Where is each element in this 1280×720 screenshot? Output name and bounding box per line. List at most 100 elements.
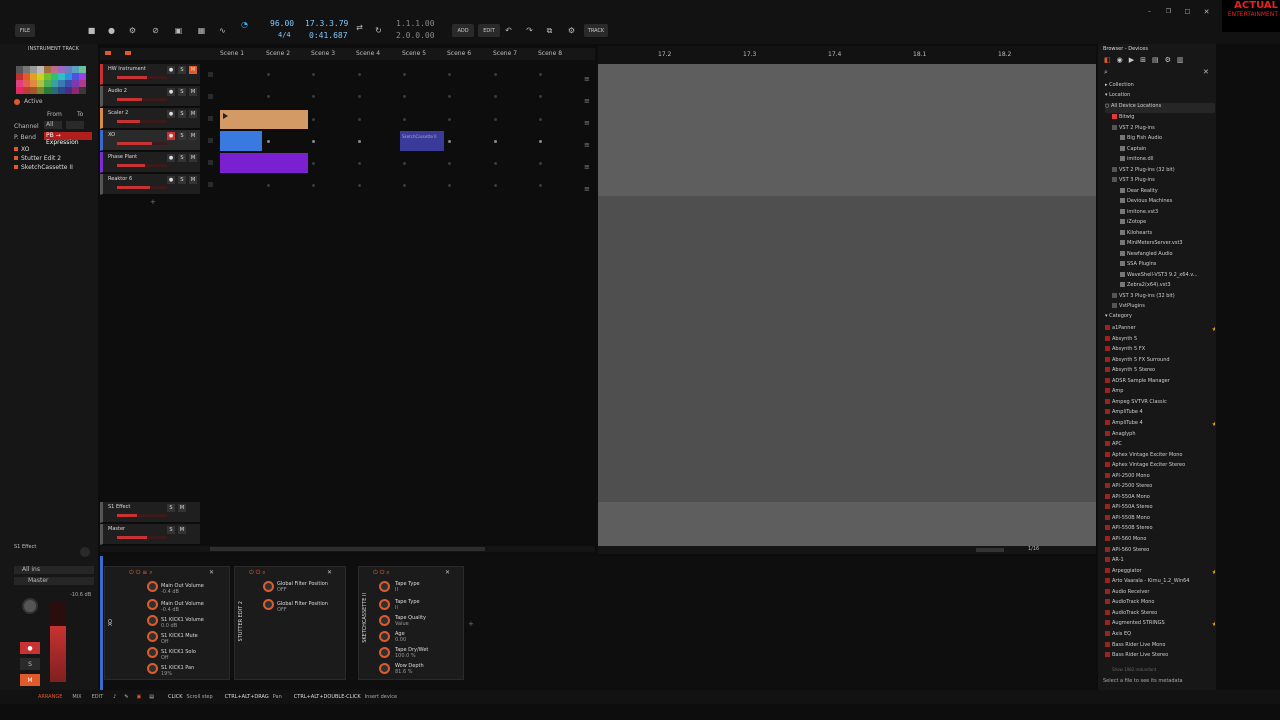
device-item[interactable]: API-550B Stereo (1105, 525, 1215, 535)
track-header[interactable]: Phase Plant ● S M (100, 152, 200, 173)
record-icon[interactable]: ⚙ (127, 25, 138, 36)
empty-slot[interactable] (403, 118, 406, 121)
empty-slot[interactable] (267, 95, 270, 98)
volume-knob[interactable] (22, 598, 38, 614)
track-stop-button[interactable] (208, 160, 213, 165)
scene-label[interactable]: Scene 3 (311, 50, 335, 57)
list-icon[interactable]: ▤ (149, 694, 154, 700)
param-knob[interactable] (379, 663, 390, 674)
record-arm-icon[interactable] (125, 51, 131, 55)
time-signature[interactable]: 4/4 (278, 31, 291, 39)
empty-slot[interactable] (358, 95, 361, 98)
solo-button[interactable]: S (167, 526, 175, 534)
empty-slot[interactable] (312, 184, 315, 187)
maximize-icon[interactable]: □ (1182, 6, 1193, 17)
location-item[interactable]: Dear Reality (1120, 187, 1230, 198)
track-stop-button[interactable] (208, 72, 213, 77)
file-menu-button[interactable]: FILE (15, 24, 35, 37)
redo-icon[interactable]: ↷ (524, 25, 535, 36)
empty-slot[interactable] (448, 162, 451, 165)
location-item[interactable]: MiniMetersServer.vst3 (1120, 240, 1230, 250)
location-item[interactable]: VstPlugins (1112, 303, 1222, 313)
arranger-lanes[interactable] (598, 64, 1096, 196)
scene-label[interactable]: Scene 6 (447, 50, 471, 57)
empty-slot[interactable] (312, 140, 315, 143)
empty-slot[interactable] (267, 73, 270, 76)
empty-slot[interactable] (494, 118, 497, 121)
record-arm-button[interactable]: ● (167, 66, 175, 74)
scene-label[interactable]: Scene 1 (220, 50, 244, 57)
empty-slot[interactable] (358, 162, 361, 165)
param-knob[interactable] (379, 599, 390, 610)
solo-button[interactable]: S (178, 66, 186, 74)
location-item[interactable]: iZotope (1120, 219, 1230, 229)
device-item[interactable]: Anaglyph (1105, 430, 1215, 441)
empty-slot[interactable] (494, 162, 497, 165)
wave-icon[interactable]: ∿ (217, 25, 228, 36)
all-locations-item[interactable]: ○ All Device Locations (1105, 103, 1215, 113)
grid-icon[interactable]: ▦ (196, 25, 207, 36)
horizontal-scrollbar[interactable] (100, 546, 595, 552)
device-item[interactable]: Aphex Vintage Exciter Stereo (1105, 462, 1215, 472)
device-item[interactable]: API-560 Stereo (1105, 546, 1215, 557)
device-xo[interactable]: XO ⏻ ⏻ ≡ ⌕ ✕ Main Out Volume -0.4 dB Main… (104, 566, 230, 680)
solo-button[interactable]: S (167, 504, 175, 512)
browser-menu-icon[interactable]: ▥ (1177, 56, 1184, 64)
device-item[interactable]: Absynth 5 FX (1105, 346, 1215, 356)
edit-button[interactable]: EDIT (478, 24, 500, 37)
device-item[interactable]: API-2500 Stereo (1105, 483, 1215, 493)
track-name[interactable]: Scaler 2 (108, 110, 128, 116)
favorite-star-icon[interactable]: ★ (1212, 421, 1215, 428)
device-item[interactable]: API-550B Mono (1105, 514, 1215, 525)
location-item[interactable]: Big Fish Audio (1120, 135, 1230, 145)
device-item[interactable]: Arpeggiator ★ (1105, 567, 1215, 578)
files-tab-icon[interactable]: ▤ (1152, 56, 1159, 64)
location-item[interactable]: Captain (1120, 145, 1230, 156)
empty-slot[interactable] (403, 184, 406, 187)
settings-icon[interactable]: ⚙ (566, 25, 577, 36)
device-item[interactable]: ADSR Sample Manager (1105, 377, 1215, 388)
param-knob[interactable] (147, 599, 158, 610)
device-item[interactable]: Audio Receiver (1105, 588, 1215, 599)
track-header[interactable]: Audio 2 ● S M (100, 86, 200, 107)
empty-slot[interactable] (358, 184, 361, 187)
arranger-empty-area[interactable] (598, 196, 1096, 502)
empty-slot[interactable] (448, 73, 451, 76)
empty-slot[interactable] (358, 73, 361, 76)
device-item[interactable]: Absynth 5 Stereo (1105, 367, 1215, 377)
device-item[interactable]: Arto Vaarala - Kirnu_1.2_Win64 (1105, 578, 1215, 588)
empty-slot[interactable] (494, 73, 497, 76)
punch-icon[interactable]: ⇄ (354, 22, 365, 33)
location-item[interactable]: WaveShell-VST3 9.2_x64.v... (1120, 271, 1230, 282)
scene-label[interactable]: Scene 8 (538, 50, 562, 57)
empty-slot[interactable] (267, 184, 270, 187)
solo-button[interactable]: S (178, 88, 186, 96)
loop-start[interactable]: 1.1.1.00 (396, 19, 435, 28)
mute-button[interactable]: M (189, 154, 197, 162)
device-header-icons[interactable]: ⏻ ⏻ ⌕ (373, 569, 390, 577)
track-header[interactable]: XO ● S M (100, 130, 200, 151)
location-item[interactable]: Newfangled Audio (1120, 250, 1230, 261)
solo-button[interactable]: S (20, 658, 40, 670)
device-close-icon[interactable]: ✕ (327, 569, 332, 576)
device-header-icons[interactable]: ⏻ ⏻ ⌕ (249, 569, 266, 577)
location-item[interactable]: imitone.vst3 (1120, 208, 1230, 219)
record-arm-button[interactable]: ● (167, 110, 175, 118)
device-sketchcassette[interactable]: SKETCHCASSETTE II ⏻ ⏻ ⌕ ✕ Tape Type II Ta… (358, 566, 464, 680)
search-icon[interactable]: ⌕ (1104, 68, 1108, 77)
active-toggle[interactable]: Active (14, 98, 43, 105)
timeline-ruler[interactable]: 17.2 17.3 17.4 18.1 18.2 (598, 46, 1096, 64)
device-item[interactable]: Absynth 5 (1105, 335, 1215, 346)
metronome-icon[interactable]: ◔ (239, 19, 250, 30)
param-knob[interactable] (263, 581, 274, 592)
empty-slot[interactable] (494, 140, 497, 143)
collection-header[interactable]: ▸ Collection (1105, 82, 1215, 92)
device-close-icon[interactable]: ✕ (445, 569, 450, 576)
loop-length[interactable]: 2.0.0.00 (396, 31, 435, 40)
solo-button[interactable]: S (178, 154, 186, 162)
category-header[interactable]: ▾ Category (1105, 313, 1215, 323)
param-knob[interactable] (147, 663, 158, 674)
mute-button[interactable]: M (178, 504, 186, 512)
device-item[interactable]: Bass Rider Live Stereo (1105, 652, 1215, 662)
solo-button[interactable]: S (178, 110, 186, 118)
